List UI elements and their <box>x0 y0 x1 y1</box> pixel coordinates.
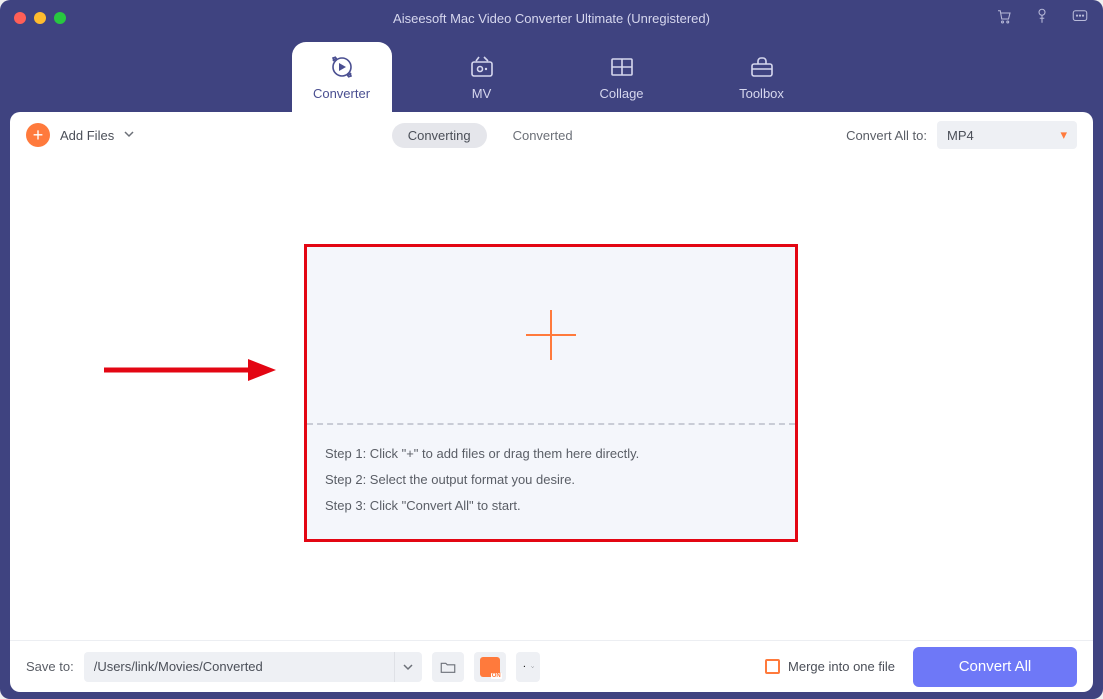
output-format-select[interactable]: MP4 ▾ <box>937 121 1077 149</box>
main-area: Step 1: Click "+" to add files or drag t… <box>10 158 1093 640</box>
chip-icon <box>480 657 500 677</box>
titlebar: Aiseesoft Mac Video Converter Ultimate (… <box>0 0 1103 36</box>
save-path-input[interactable] <box>84 652 394 682</box>
collage-icon <box>608 54 636 80</box>
chevron-down-icon: ▾ <box>1060 127 1067 143</box>
convert-all-to-label: Convert All to: <box>846 128 927 143</box>
tab-label: Toolbox <box>739 86 784 101</box>
window-controls <box>14 12 66 24</box>
close-window-button[interactable] <box>14 12 26 24</box>
segment-converted[interactable]: Converted <box>497 123 589 148</box>
main-nav: Converter MV Collage Toolbox <box>0 36 1103 112</box>
content-panel: + Add Files Converting Converted Convert… <box>10 112 1093 692</box>
instruction-steps: Step 1: Click "+" to add files or drag t… <box>307 425 795 535</box>
cart-icon[interactable] <box>995 7 1013 30</box>
gpu-acceleration-button[interactable] <box>474 652 506 682</box>
maximize-window-button[interactable] <box>54 12 66 24</box>
checkbox-box <box>765 659 780 674</box>
app-title: Aiseesoft Mac Video Converter Ultimate (… <box>393 11 710 26</box>
drop-zone[interactable]: Step 1: Click "+" to add files or drag t… <box>304 244 798 542</box>
merge-checkbox[interactable]: Merge into one file <box>765 659 895 674</box>
step-text: Step 2: Select the output format you des… <box>325 467 777 493</box>
converter-icon <box>328 54 356 80</box>
merge-label: Merge into one file <box>788 659 895 674</box>
step-text: Step 1: Click "+" to add files or drag t… <box>325 441 777 467</box>
mv-icon <box>468 54 496 80</box>
add-files-button[interactable]: + Add Files <box>26 123 134 147</box>
toolbox-icon <box>748 54 776 80</box>
segment-converting[interactable]: Converting <box>392 123 487 148</box>
step-text: Step 3: Click "Convert All" to start. <box>325 493 777 519</box>
save-path-dropdown[interactable] <box>394 652 422 682</box>
feedback-icon[interactable] <box>1071 7 1089 30</box>
chevron-down-icon <box>531 663 534 671</box>
status-segmented: Converting Converted <box>392 123 589 148</box>
tab-toolbox[interactable]: Toolbox <box>712 42 812 112</box>
bottom-bar: Save to: Merge into one file <box>10 640 1093 692</box>
gear-icon <box>522 664 527 669</box>
minimize-window-button[interactable] <box>34 12 46 24</box>
drop-zone-add-area[interactable] <box>307 247 795 423</box>
app-window: Aiseesoft Mac Video Converter Ultimate (… <box>0 0 1103 699</box>
toolbar: + Add Files Converting Converted Convert… <box>10 112 1093 158</box>
tab-label: Collage <box>599 86 643 101</box>
plus-icon: + <box>26 123 50 147</box>
save-path-control <box>84 652 422 682</box>
chevron-down-icon[interactable] <box>124 126 134 144</box>
annotation-arrow <box>100 355 278 385</box>
tab-converter[interactable]: Converter <box>292 42 392 112</box>
tab-mv[interactable]: MV <box>432 42 532 112</box>
convert-all-button[interactable]: Convert All <box>913 647 1077 687</box>
add-files-label: Add Files <box>60 128 114 143</box>
register-key-icon[interactable] <box>1033 7 1051 30</box>
settings-button[interactable] <box>516 652 540 682</box>
convert-all-to: Convert All to: MP4 ▾ <box>846 121 1077 149</box>
output-format-value: MP4 <box>947 128 974 143</box>
tab-label: MV <box>472 86 492 101</box>
plus-icon <box>526 310 576 360</box>
save-to-label: Save to: <box>26 659 74 674</box>
open-folder-button[interactable] <box>432 652 464 682</box>
tab-label: Converter <box>313 86 370 101</box>
tab-collage[interactable]: Collage <box>572 42 672 112</box>
